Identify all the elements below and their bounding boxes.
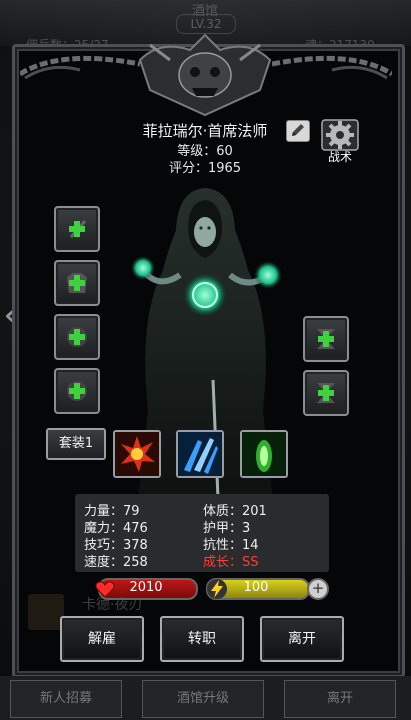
background-hero-name: 卡德·夜刃	[82, 597, 143, 613]
ice-shards-icon	[178, 432, 222, 476]
armor-plus-icon	[67, 273, 87, 293]
skull-crest-icon	[138, 33, 272, 117]
skill-slot-3[interactable]	[240, 430, 288, 478]
chain-ornament-left-icon	[20, 55, 140, 80]
equipment-set-button[interactable]: 套装1	[46, 428, 106, 460]
armor-slot[interactable]	[54, 260, 100, 306]
gear-icon	[321, 119, 359, 151]
background-hero-avatar	[28, 594, 64, 630]
add-energy-button[interactable]: +	[307, 578, 329, 600]
stat-speed: 速度：258	[84, 555, 148, 570]
tab-leave[interactable]: 离开	[284, 680, 396, 718]
tactics-label: 战术	[327, 150, 352, 164]
hero-level: 等级：60	[177, 144, 233, 159]
change-class-button[interactable]: 转职	[160, 616, 244, 662]
tab-upgrade[interactable]: 酒馆升级	[142, 680, 264, 718]
skill-slot-1[interactable]	[113, 430, 161, 478]
plus-icon	[67, 381, 87, 401]
accessory-slot-2[interactable]	[54, 368, 100, 414]
stat-growth: 成长：SS	[203, 555, 259, 570]
green-flame-icon	[242, 432, 286, 476]
relic-slot-2[interactable]	[303, 370, 349, 416]
pencil-icon	[292, 124, 304, 136]
skill-slot-2[interactable]	[176, 430, 224, 478]
energy-value: 100	[243, 580, 269, 595]
hero-name: 菲拉瑞尔·首席法师	[142, 122, 268, 140]
plus-icon	[67, 327, 87, 347]
tab-recruit[interactable]: 新人招募	[10, 680, 122, 718]
hourglass-plus-icon	[317, 383, 335, 403]
hourglass-plus-icon	[317, 329, 335, 349]
weapon-slot[interactable]	[54, 206, 100, 252]
background-title: 酒馆	[191, 4, 218, 19]
chain-ornament-right-icon	[272, 55, 392, 80]
accessory-slot-1[interactable]	[54, 314, 100, 360]
rename-button[interactable]	[286, 120, 310, 142]
staff-plus-icon	[69, 220, 87, 238]
hero-score: 评分：1965	[168, 161, 242, 176]
relic-slot-1[interactable]	[303, 316, 349, 362]
dismiss-button[interactable]: 解雇	[60, 616, 144, 662]
leave-button[interactable]: 离开	[260, 616, 344, 662]
fire-burst-icon	[115, 432, 159, 476]
